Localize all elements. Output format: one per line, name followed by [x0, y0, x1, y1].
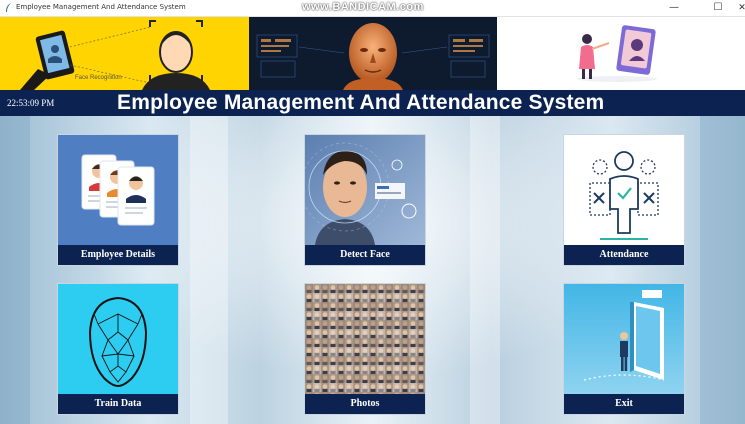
attendance-label: Attendance	[564, 245, 684, 265]
train-data-button[interactable]: Train Data	[57, 283, 179, 415]
employee-details-button[interactable]: Employee Details	[57, 134, 179, 266]
detect-face-label: Detect Face	[305, 245, 425, 265]
background-pillar	[700, 116, 745, 424]
background-pillar	[190, 116, 228, 424]
3d-face-scan-banner	[249, 17, 497, 90]
window-titlebar: Employee Management And Attendance Syste…	[0, 0, 745, 17]
minimize-button[interactable]: —	[661, 0, 687, 16]
clock-display: 22:53:09 PM	[7, 98, 55, 108]
photos-button[interactable]: Photos	[304, 283, 426, 415]
3d-face-scan-illustration	[256, 23, 490, 90]
face-mesh-icon	[58, 284, 178, 394]
bandicam-watermark: www.BANDICAM.com	[302, 1, 424, 13]
face-recognition-illustration: Face Recognition	[20, 20, 210, 90]
maximize-button[interactable]: ☐	[705, 0, 731, 16]
video-call-banner	[497, 17, 745, 90]
banner-caption: Face Recognition	[75, 75, 122, 81]
feather-icon	[6, 3, 11, 12]
page-title: Employee Management And Attendance Syste…	[117, 91, 605, 114]
exit-button[interactable]: Exit	[563, 283, 685, 415]
exit-label: Exit	[564, 394, 684, 414]
employee-details-label: Employee Details	[58, 245, 178, 265]
face-scan-icon	[305, 135, 425, 245]
attendance-people-icon	[564, 135, 684, 245]
background-pillar	[470, 116, 500, 424]
detect-face-button[interactable]: Detect Face	[304, 134, 426, 266]
close-button[interactable]: ✕	[729, 0, 745, 16]
window-title: Employee Management And Attendance Syste…	[16, 3, 186, 11]
attendance-button[interactable]: Attendance	[563, 134, 685, 266]
photo-grid-icon	[305, 284, 425, 394]
video-call-illustration	[577, 25, 657, 82]
photos-label: Photos	[305, 394, 425, 414]
face-recognition-banner: Face Recognition	[0, 17, 249, 90]
train-data-label: Train Data	[58, 394, 178, 414]
header-strip: 22:53:09 PM Employee Management And Atte…	[0, 90, 745, 116]
background-pillar	[0, 116, 30, 424]
id-cards-icon	[58, 135, 178, 245]
exit-door-icon	[564, 284, 684, 394]
